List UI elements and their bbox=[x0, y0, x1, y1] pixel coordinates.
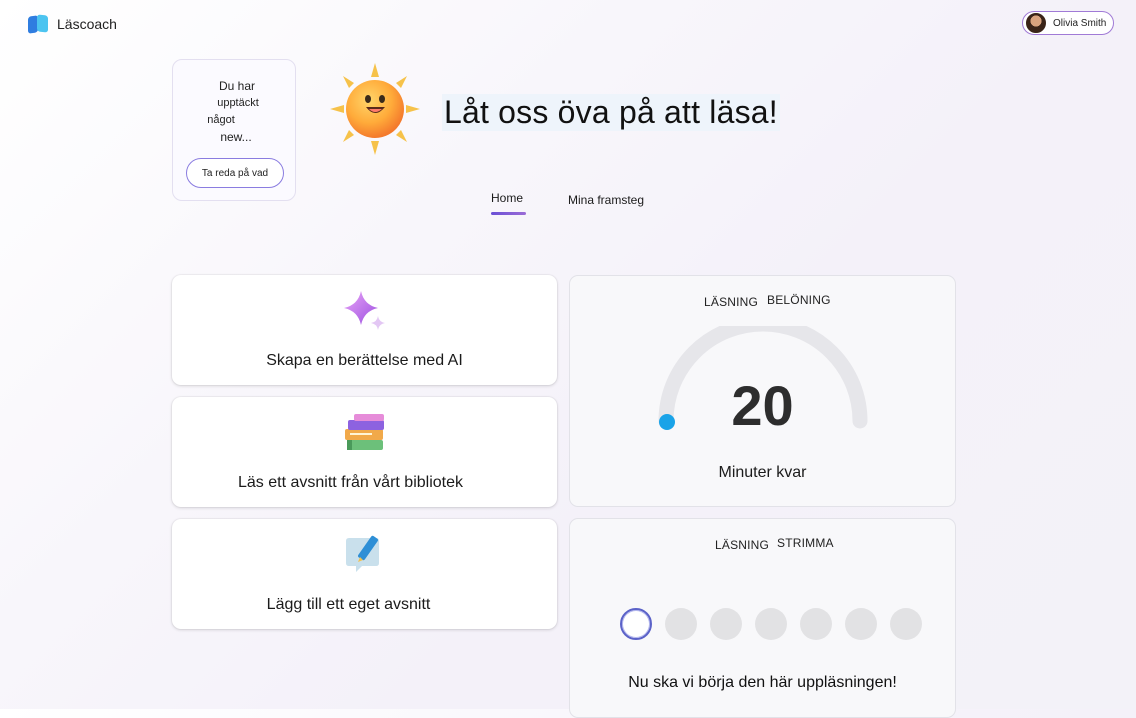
sparkle-icon bbox=[344, 291, 385, 330]
discovery-message: Du har upptäckt något new... bbox=[173, 78, 297, 146]
streak-dots bbox=[620, 608, 922, 640]
streak-day-5 bbox=[800, 608, 832, 640]
create-story-ai-label: Skapa en berättelse med AI bbox=[266, 352, 463, 369]
streak-day-4 bbox=[755, 608, 787, 640]
panel-tab-reward[interactable]: BELÖNING bbox=[767, 293, 831, 307]
streak-day-3 bbox=[710, 608, 742, 640]
streak-day-1 bbox=[620, 608, 652, 640]
streak-day-7 bbox=[890, 608, 922, 640]
app-title: Läscoach bbox=[57, 16, 117, 32]
reading-streak-panel: LÄSNING STRIMMA Nu ska vi börja den här … bbox=[569, 518, 956, 718]
books-stack-icon bbox=[345, 414, 384, 450]
user-avatar-icon bbox=[1025, 12, 1047, 34]
panel-tab-reading-streak[interactable]: LÄSNING bbox=[715, 538, 769, 552]
discovery-card: Du har upptäckt något new... Ta reda på … bbox=[172, 59, 296, 201]
streak-day-2 bbox=[665, 608, 697, 640]
discovery-line-3: något bbox=[207, 114, 235, 126]
book-logo-icon bbox=[27, 14, 49, 34]
find-out-button[interactable]: Ta reda på vad bbox=[186, 158, 284, 188]
pen-note-icon bbox=[346, 535, 379, 572]
add-own-passage-label: Lägg till ett eget avsnitt bbox=[266, 596, 431, 613]
reading-reward-panel: LÄSNING BELÖNING 20 Minuter kvar bbox=[569, 275, 956, 507]
app-logo[interactable]: Läscoach bbox=[27, 14, 117, 34]
discovery-line-4: new... bbox=[220, 130, 252, 144]
tab-home[interactable]: Home bbox=[491, 191, 523, 205]
discovery-line-1: Du har bbox=[218, 79, 256, 93]
panel-tab-reading[interactable]: LÄSNING bbox=[704, 295, 758, 309]
read-library-card[interactable]: Läs ett avsnitt från vårt bibliotek bbox=[172, 397, 557, 507]
read-library-label: Läs ett avsnitt från vårt bibliotek bbox=[238, 474, 463, 491]
minutes-left-value: 20 bbox=[731, 374, 794, 437]
discovery-line-2: upptäckt bbox=[217, 97, 259, 109]
streak-caption: Nu ska vi börja den här uppläsningen! bbox=[628, 674, 897, 691]
user-name: Olivia Smith bbox=[1053, 17, 1107, 29]
create-story-ai-card[interactable]: Skapa en berättelse med AI bbox=[172, 275, 557, 385]
user-account-button[interactable]: Olivia Smith bbox=[1022, 11, 1114, 35]
add-own-passage-card[interactable]: Lägg till ett eget avsnitt bbox=[172, 519, 557, 629]
active-tab-indicator bbox=[491, 212, 526, 215]
panel-tab-streak[interactable]: STRIMMA bbox=[777, 536, 834, 550]
sun-mascot-icon bbox=[330, 63, 420, 155]
tab-my-progress[interactable]: Mina framsteg bbox=[568, 193, 644, 207]
page-title: Låt oss öva på att läsa! bbox=[442, 94, 780, 131]
streak-day-6 bbox=[845, 608, 877, 640]
minutes-left-caption: Minuter kvar bbox=[718, 464, 807, 481]
